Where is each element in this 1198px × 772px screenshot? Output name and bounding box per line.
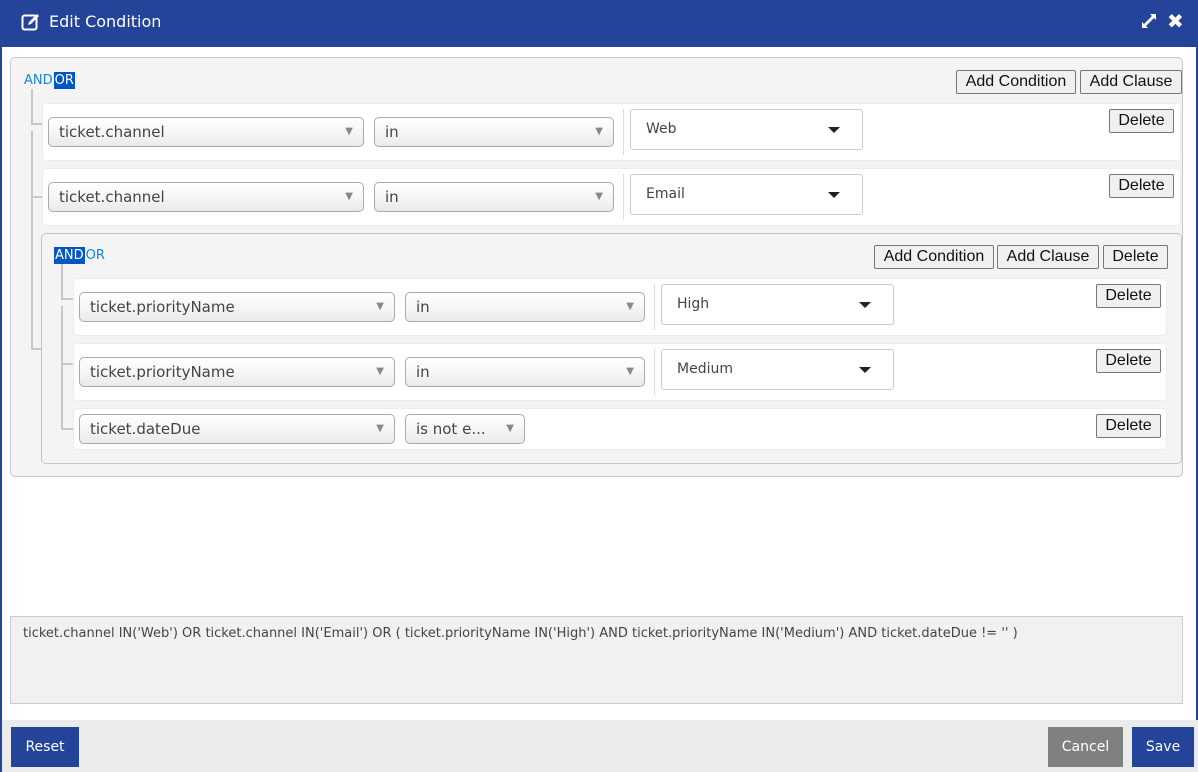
- root-add-clause-button[interactable]: Add Clause: [1080, 70, 1182, 94]
- field-select[interactable]: ticket.priorityName ▼: [79, 292, 395, 322]
- nested-add-condition-button[interactable]: Add Condition: [874, 245, 994, 269]
- field-select[interactable]: ticket.dateDue ▼: [79, 414, 395, 444]
- tree-connector: [31, 131, 33, 349]
- nested-operator-toggle: AND OR: [54, 247, 106, 264]
- field-select-value: ticket.dateDue: [90, 420, 201, 438]
- value-select[interactable]: High: [661, 284, 894, 325]
- close-icon[interactable]: ✖: [1167, 11, 1185, 31]
- reset-button[interactable]: Reset: [11, 727, 79, 767]
- nested-operator-and[interactable]: AND: [54, 247, 85, 264]
- tree-connector: [61, 264, 63, 299]
- value-select[interactable]: Web: [630, 109, 863, 150]
- edit-condition-dialog: Edit Condition ✖ AND OR Add Condition Ad…: [0, 0, 1198, 772]
- operator-select[interactable]: in ▼: [405, 357, 645, 387]
- tree-connector: [31, 89, 33, 124]
- field-select[interactable]: ticket.channel ▼: [48, 117, 364, 147]
- root-operator-toggle: AND OR: [23, 72, 75, 89]
- dropdown-arrow-icon: ▼: [626, 366, 634, 377]
- field-select-value: ticket.priorityName: [90, 298, 235, 316]
- divider: [623, 109, 624, 155]
- dropdown-arrow-icon: ▼: [376, 423, 384, 434]
- value-select-value: Email: [646, 186, 685, 202]
- nested-operator-or[interactable]: OR: [85, 247, 106, 264]
- divider: [654, 349, 655, 395]
- delete-rule-button[interactable]: Delete: [1096, 284, 1161, 308]
- sql-preview: ticket.channel IN('Web') OR ticket.chann…: [10, 616, 1183, 704]
- divider: [623, 174, 624, 220]
- edit-icon: [21, 14, 39, 31]
- tree-connector: [61, 306, 63, 430]
- field-select-value: ticket.priorityName: [90, 363, 235, 381]
- operator-select-value: is not e...: [416, 420, 486, 438]
- dialog-title: Edit Condition: [49, 12, 162, 31]
- caret-down-icon: [828, 127, 840, 133]
- delete-rule-button[interactable]: Delete: [1109, 109, 1174, 133]
- operator-select-value: in: [385, 188, 399, 206]
- field-select[interactable]: ticket.channel ▼: [48, 182, 364, 212]
- caret-down-icon: [828, 192, 840, 198]
- field-select[interactable]: ticket.priorityName ▼: [79, 357, 395, 387]
- operator-select[interactable]: is not e... ▼: [405, 414, 525, 444]
- operator-select-value: in: [416, 363, 430, 381]
- operator-select[interactable]: in ▼: [374, 182, 614, 212]
- dropdown-arrow-icon: ▼: [345, 126, 353, 137]
- caret-down-icon: [859, 302, 871, 308]
- operator-select[interactable]: in ▼: [405, 292, 645, 322]
- root-operator-and[interactable]: AND: [23, 72, 54, 89]
- dialog-footer: [2, 720, 1198, 772]
- value-select-value: Medium: [677, 361, 733, 377]
- save-button[interactable]: Save: [1132, 727, 1194, 767]
- value-select[interactable]: Medium: [661, 349, 894, 390]
- dropdown-arrow-icon: ▼: [506, 423, 514, 434]
- cancel-button[interactable]: Cancel: [1048, 727, 1123, 767]
- expand-icon[interactable]: [1140, 12, 1158, 30]
- dialog-titlebar: Edit Condition ✖: [2, 0, 1198, 47]
- delete-rule-button[interactable]: Delete: [1096, 349, 1161, 373]
- field-select-value: ticket.channel: [59, 123, 165, 141]
- operator-select[interactable]: in ▼: [374, 117, 614, 147]
- dropdown-arrow-icon: ▼: [595, 126, 603, 137]
- root-operator-or[interactable]: OR: [53, 72, 75, 89]
- operator-select-value: in: [385, 123, 399, 141]
- dropdown-arrow-icon: ▼: [595, 191, 603, 202]
- dropdown-arrow-icon: ▼: [376, 366, 384, 377]
- dropdown-arrow-icon: ▼: [376, 301, 384, 312]
- divider: [654, 284, 655, 330]
- caret-down-icon: [859, 367, 871, 373]
- delete-rule-button[interactable]: Delete: [1109, 174, 1174, 198]
- root-add-condition-button[interactable]: Add Condition: [956, 70, 1076, 94]
- nested-delete-group-button[interactable]: Delete: [1103, 245, 1168, 269]
- operator-select-value: in: [416, 298, 430, 316]
- delete-rule-button[interactable]: Delete: [1096, 414, 1161, 438]
- field-select-value: ticket.channel: [59, 188, 165, 206]
- value-select-value: Web: [646, 121, 677, 137]
- value-select[interactable]: Email: [630, 174, 863, 215]
- dropdown-arrow-icon: ▼: [345, 191, 353, 202]
- dropdown-arrow-icon: ▼: [626, 301, 634, 312]
- value-select-value: High: [677, 296, 710, 312]
- nested-add-clause-button[interactable]: Add Clause: [997, 245, 1099, 269]
